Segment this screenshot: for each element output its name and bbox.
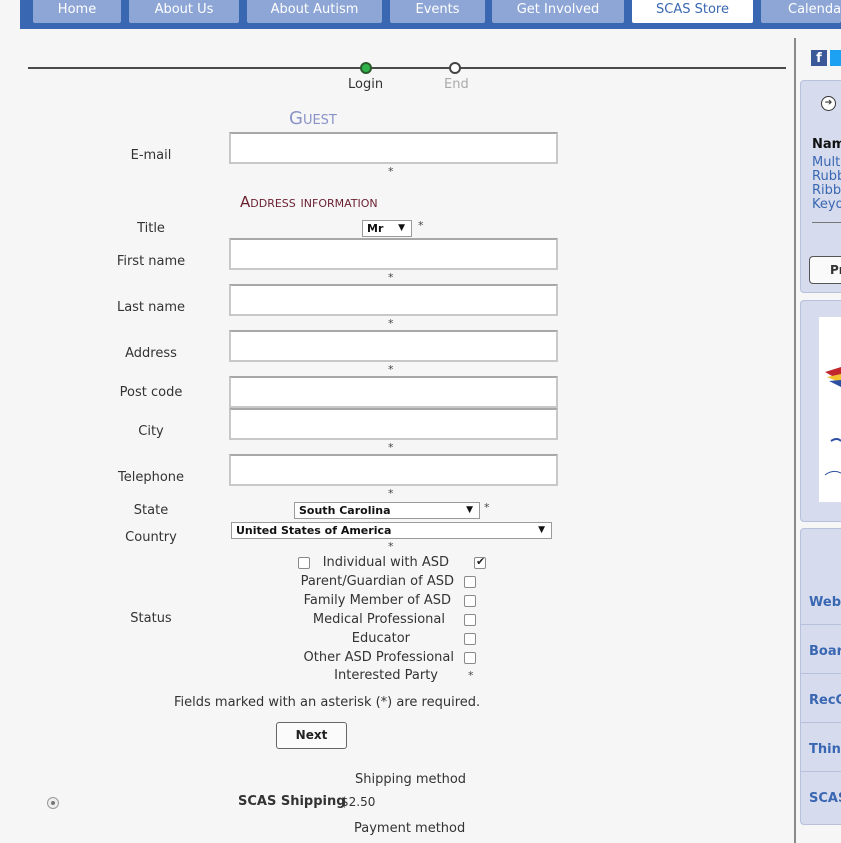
telephone-required-mark: * (388, 487, 394, 500)
step-login-label: Login (348, 77, 384, 92)
shipping-option-radio[interactable] (47, 797, 59, 809)
status-option-label: Individual with ASD (322, 555, 449, 570)
chevron-down-icon: ▼ (398, 223, 405, 233)
facebook-icon[interactable]: f (811, 50, 827, 66)
sidebar-link[interactable]: RecC (809, 693, 841, 708)
country-label: Country (125, 530, 177, 545)
state-select-value: South Carolina (299, 504, 391, 517)
status-label: Status (130, 611, 172, 626)
status-checkbox-medical[interactable] (464, 614, 476, 626)
arrow-right-icon[interactable]: ➔ (821, 96, 836, 111)
step-login-dot (360, 62, 372, 74)
shipping-option-name: SCAS Shipping (238, 794, 346, 809)
status-required-mark: * (468, 669, 474, 682)
city-field[interactable] (229, 408, 558, 440)
cart-proceed-button[interactable]: Pr (809, 256, 841, 284)
last-name-field[interactable] (229, 284, 558, 316)
title-required-mark: * (418, 219, 424, 232)
cart-name-heading: Nam (812, 137, 841, 152)
email-field[interactable] (229, 132, 558, 164)
scas-logo-image (819, 317, 841, 502)
state-required-mark: * (484, 501, 490, 514)
status-checkbox-individual[interactable]: ✔ (474, 555, 486, 569)
status-option-label: Other ASD Professional (303, 650, 454, 665)
telephone-label: Telephone (117, 470, 185, 485)
payment-method-header: Payment method (354, 821, 466, 836)
nav-tab-about-us[interactable]: About Us (129, 0, 239, 23)
checkout-progress-line (28, 67, 786, 69)
state-label: State (133, 503, 169, 518)
post-code-field[interactable] (229, 376, 558, 408)
step-end-dot (449, 62, 461, 74)
next-button[interactable]: Next (276, 722, 347, 749)
cart-item-link[interactable]: Rubb (812, 170, 841, 184)
status-option-label: Medical Professional (312, 612, 445, 627)
nav-tab-get-involved[interactable]: Get Involved (492, 0, 624, 23)
address-required-mark: * (388, 363, 394, 376)
guest-heading: Guest (289, 108, 337, 129)
sidebar-link[interactable]: SCAS (809, 791, 841, 806)
status-option-label: Educator (351, 631, 410, 646)
city-label: City (138, 424, 164, 439)
country-select-value: United States of America (236, 524, 392, 537)
first-name-label: First name (116, 254, 186, 269)
first-name-required-mark: * (388, 271, 394, 284)
status-checkbox-educator[interactable] (464, 633, 476, 645)
last-name-required-mark: * (388, 317, 394, 330)
cart-item-link[interactable]: Mult (812, 156, 841, 170)
status-checkbox-parent[interactable] (464, 576, 476, 588)
sidebar-link-divider (801, 673, 841, 674)
status-option-label: Interested Party (334, 668, 438, 683)
cart-item-link[interactable]: Ribb (812, 184, 841, 198)
status-checkbox-family[interactable] (464, 595, 476, 607)
required-fields-note: Fields marked with an asterisk (*) are r… (174, 695, 481, 710)
address-heading: Address information (240, 193, 378, 211)
state-select[interactable]: South Carolina ▼ (294, 502, 480, 519)
city-required-mark: * (388, 441, 394, 454)
title-label: Title (137, 221, 165, 236)
sidebar-link-divider (801, 722, 841, 723)
sidebar-divider (794, 38, 796, 843)
address-field[interactable] (229, 330, 558, 362)
twitter-icon[interactable] (830, 50, 841, 66)
country-required-mark: * (388, 540, 394, 553)
sidebar-link-divider (801, 771, 841, 772)
sidebar-link[interactable]: Boar (809, 644, 841, 659)
nav-tab-home[interactable]: Home (33, 0, 121, 23)
title-select[interactable]: Mr ▼ (362, 220, 412, 237)
step-end-label: End (444, 77, 469, 92)
status-option-label: Family Member of ASD (303, 593, 451, 608)
nav-tab-about-autism[interactable]: About Autism (247, 0, 382, 23)
first-name-field[interactable] (229, 238, 558, 270)
address-label: Address (125, 346, 177, 361)
checkmark-icon: ✔ (476, 555, 486, 568)
status-checkbox-other-professional[interactable] (464, 652, 476, 664)
telephone-field[interactable] (229, 454, 558, 486)
cart-item-link[interactable]: Keyo (812, 198, 841, 212)
sidebar-link-divider (801, 624, 841, 625)
chevron-down-icon: ▼ (538, 525, 545, 535)
title-select-value: Mr (367, 222, 384, 235)
shipping-method-header: Shipping method (355, 772, 467, 787)
email-required-mark: * (388, 165, 394, 178)
status-option-label: Parent/Guardian of ASD (300, 574, 454, 589)
nav-tab-scas-store[interactable]: SCAS Store (632, 0, 753, 23)
cart-divider (812, 222, 841, 223)
chevron-down-icon: ▼ (466, 505, 473, 515)
shipping-option-price: $2.50 (341, 795, 376, 809)
sidebar-link[interactable]: Webs (809, 595, 841, 610)
sidebar-link[interactable]: Think (809, 742, 841, 757)
nav-tab-events[interactable]: Events (390, 0, 485, 23)
nav-tab-calendar[interactable]: Calendar (761, 0, 841, 23)
links-panel (800, 528, 841, 825)
email-label: E-mail (130, 148, 172, 163)
country-select[interactable]: United States of America ▼ (231, 522, 552, 539)
last-name-label: Last name (116, 300, 186, 315)
post-code-label: Post code (119, 385, 183, 400)
